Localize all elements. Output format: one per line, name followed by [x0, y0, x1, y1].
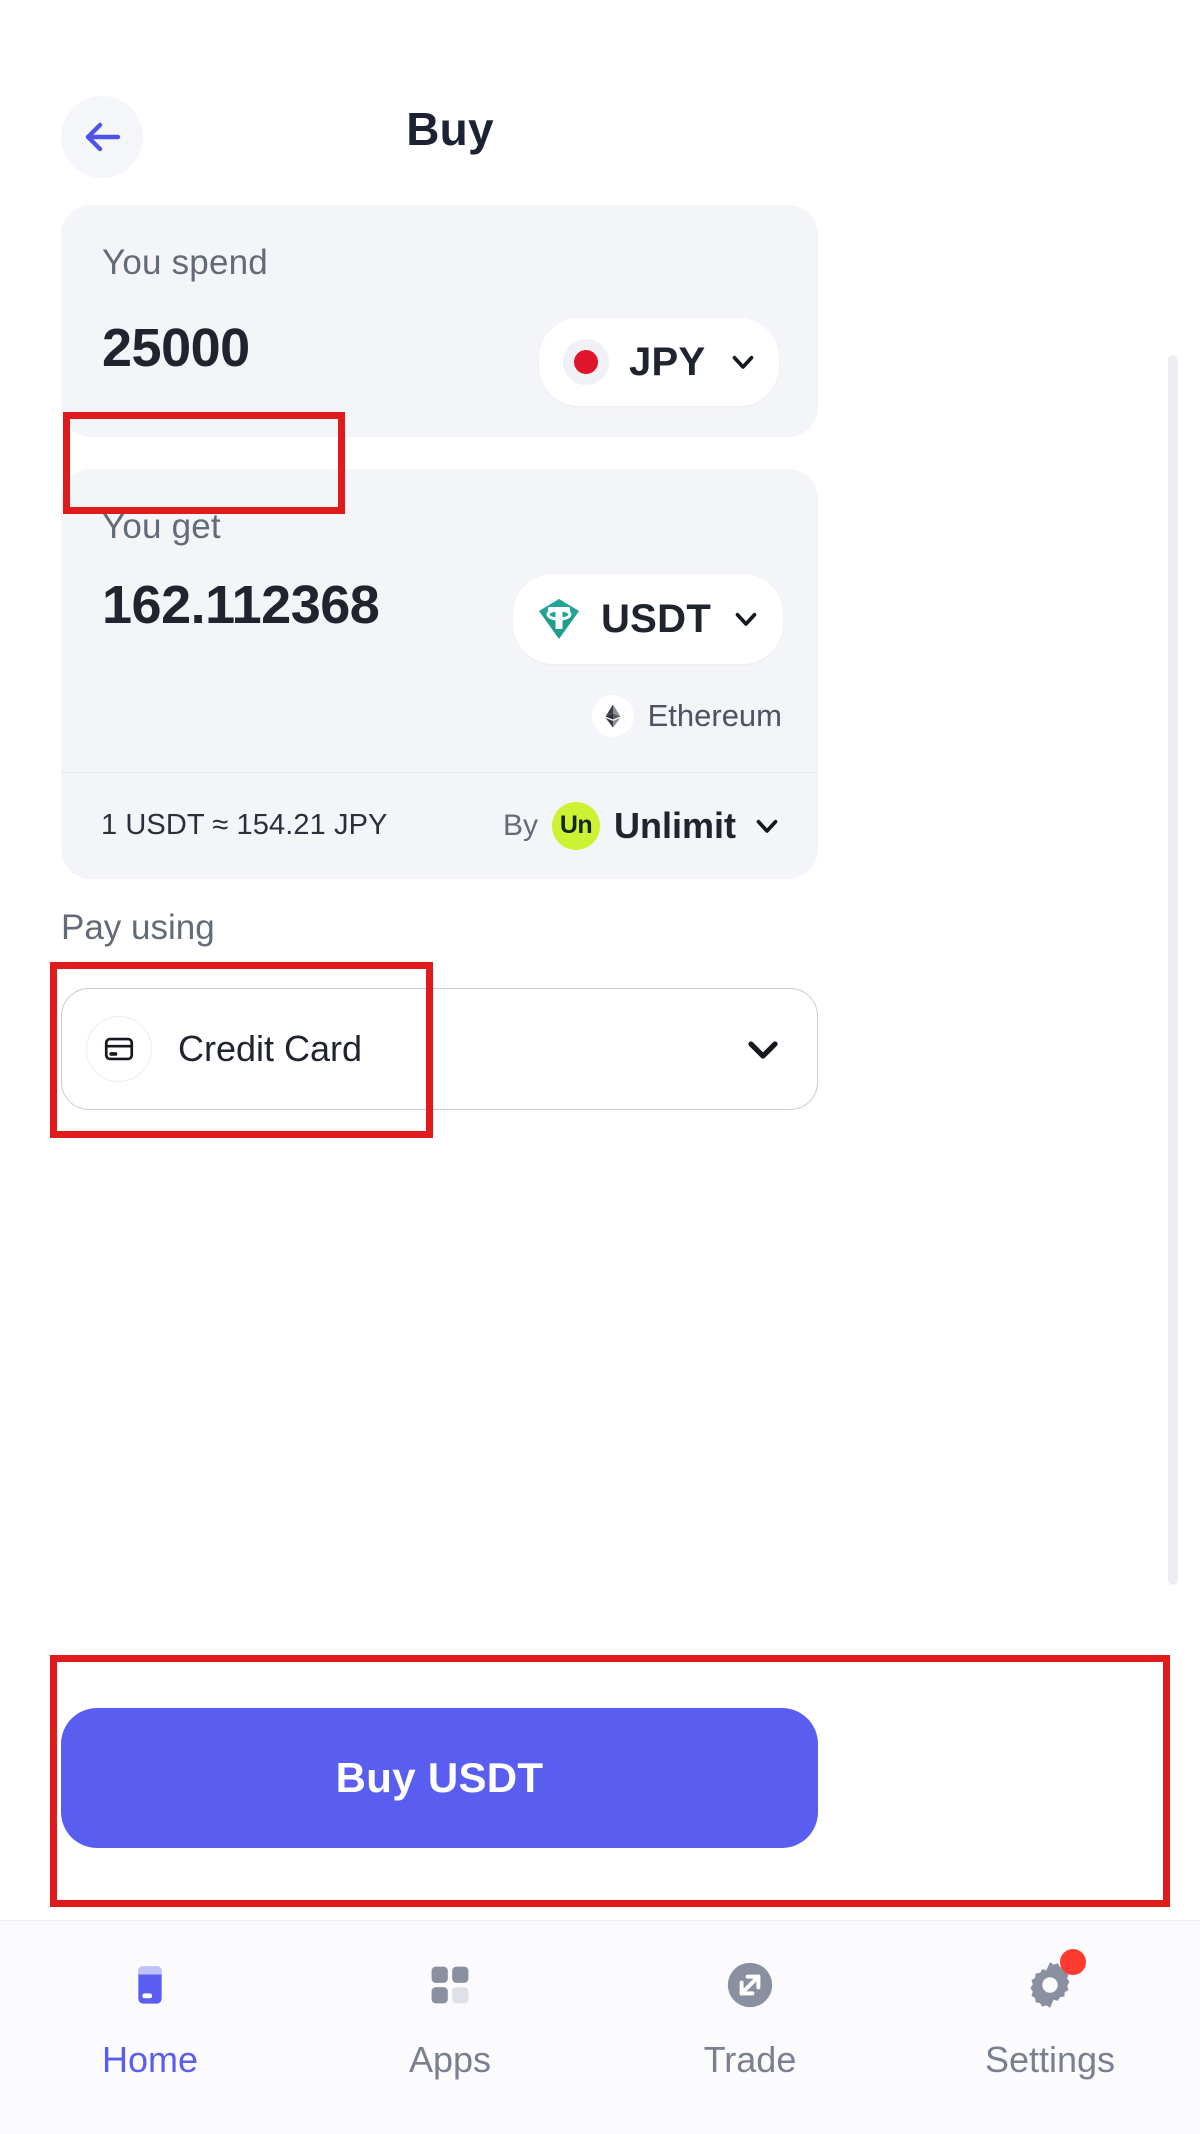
rate-row: 1 USDT ≈ 154.21 JPY By Un Unlimit	[61, 772, 818, 879]
nav-label: Home	[101, 2039, 199, 2080]
get-currency-label: USDT	[601, 596, 712, 641]
you-spend-label: You spend	[102, 243, 268, 282]
notification-badge	[1060, 1949, 1086, 1975]
credit-card-icon	[86, 1016, 152, 1082]
provider-selector[interactable]: By Un Unlimit	[502, 801, 784, 850]
japan-flag-icon	[563, 339, 609, 385]
chevron-down-icon	[739, 1025, 787, 1073]
screen-header: Buy	[0, 96, 1200, 186]
spend-currency-selector[interactable]: JPY	[539, 318, 779, 406]
nav-label: Trade	[703, 2039, 797, 2080]
page-title: Buy	[406, 103, 494, 155]
payment-method-selector[interactable]: Credit Card	[61, 988, 818, 1110]
vertical-scrollbar[interactable]	[1168, 355, 1178, 1585]
chevron-down-icon	[750, 809, 784, 843]
exchange-rate-text: 1 USDT ≈ 154.21 JPY	[101, 809, 388, 841]
spend-currency-label: JPY	[629, 339, 706, 384]
gear-icon	[1018, 1949, 1086, 2017]
chevron-down-icon	[726, 345, 760, 379]
get-currency-selector[interactable]: USDT	[513, 574, 783, 664]
home-icon	[118, 1953, 182, 2017]
you-get-card: You get 162.112368 USDT Ethereum 1 USDT …	[61, 469, 818, 879]
you-get-label: You get	[102, 507, 221, 546]
nav-item-apps[interactable]: Apps	[300, 1953, 600, 2081]
nav-label: Settings	[984, 2039, 1116, 2080]
get-amount-value[interactable]: 162.112368	[102, 574, 380, 636]
you-spend-card: You spend 25000 JPY	[61, 205, 818, 437]
nav-item-home[interactable]: Home	[0, 1953, 300, 2081]
chevron-down-icon	[729, 602, 763, 636]
network-name: Ethereum	[647, 698, 782, 733]
unlimit-logo-icon: Un	[552, 801, 600, 850]
provider-name: Unlimit	[614, 804, 736, 846]
spend-amount-input[interactable]: 25000	[102, 317, 250, 379]
ethereum-icon	[591, 695, 634, 737]
network-row: Ethereum	[591, 695, 782, 737]
payment-method-name: Credit Card	[178, 1028, 363, 1069]
nav-item-settings[interactable]: Settings	[900, 1949, 1200, 2081]
grid-icon	[418, 1953, 482, 2017]
buy-usdt-button[interactable]: Buy USDT	[61, 1708, 818, 1848]
nav-item-trade[interactable]: Trade	[600, 1953, 900, 2081]
bottom-navigation: Home Apps Trade Settings	[0, 1920, 1200, 2134]
by-label: By	[502, 808, 538, 842]
nav-label: Apps	[408, 2039, 492, 2080]
pay-using-label: Pay using	[61, 908, 215, 947]
expand-arrows-icon	[718, 1953, 782, 2017]
tether-icon	[535, 595, 583, 643]
buy-crypto-screen: Buy You spend 25000 JPY You get 162.1123…	[0, 0, 1200, 2134]
